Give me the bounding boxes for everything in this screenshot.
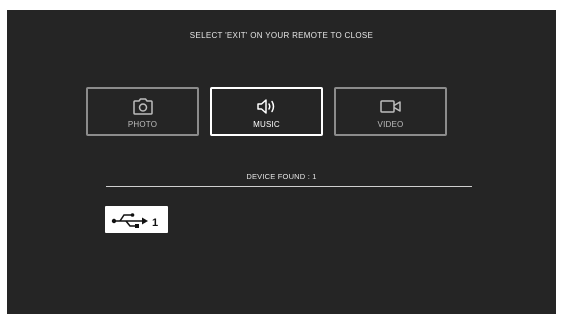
- divider: [106, 186, 472, 187]
- tab-music-label: MUSIC: [253, 120, 280, 129]
- tab-video[interactable]: VIDEO: [334, 87, 447, 136]
- tv-frame: SELECT 'EXIT' ON YOUR REMOTE TO CLOSE PH…: [0, 0, 563, 320]
- tab-video-label: VIDEO: [377, 120, 404, 129]
- video-camera-icon: [336, 97, 445, 115]
- exit-hint: SELECT 'EXIT' ON YOUR REMOTE TO CLOSE: [189, 31, 374, 40]
- camera-icon: [88, 97, 197, 115]
- speaker-icon: [212, 97, 321, 115]
- tab-photo[interactable]: PHOTO: [86, 87, 199, 136]
- usb-device-item[interactable]: 1: [105, 206, 168, 233]
- usb-device-number: 1: [152, 217, 159, 229]
- usb-icon: [111, 212, 149, 233]
- device-count-label: DEVICE FOUND : 1: [246, 172, 317, 181]
- tab-photo-label: PHOTO: [127, 120, 158, 129]
- media-player-screen: SELECT 'EXIT' ON YOUR REMOTE TO CLOSE PH…: [7, 10, 556, 314]
- tab-music[interactable]: MUSIC: [210, 87, 323, 136]
